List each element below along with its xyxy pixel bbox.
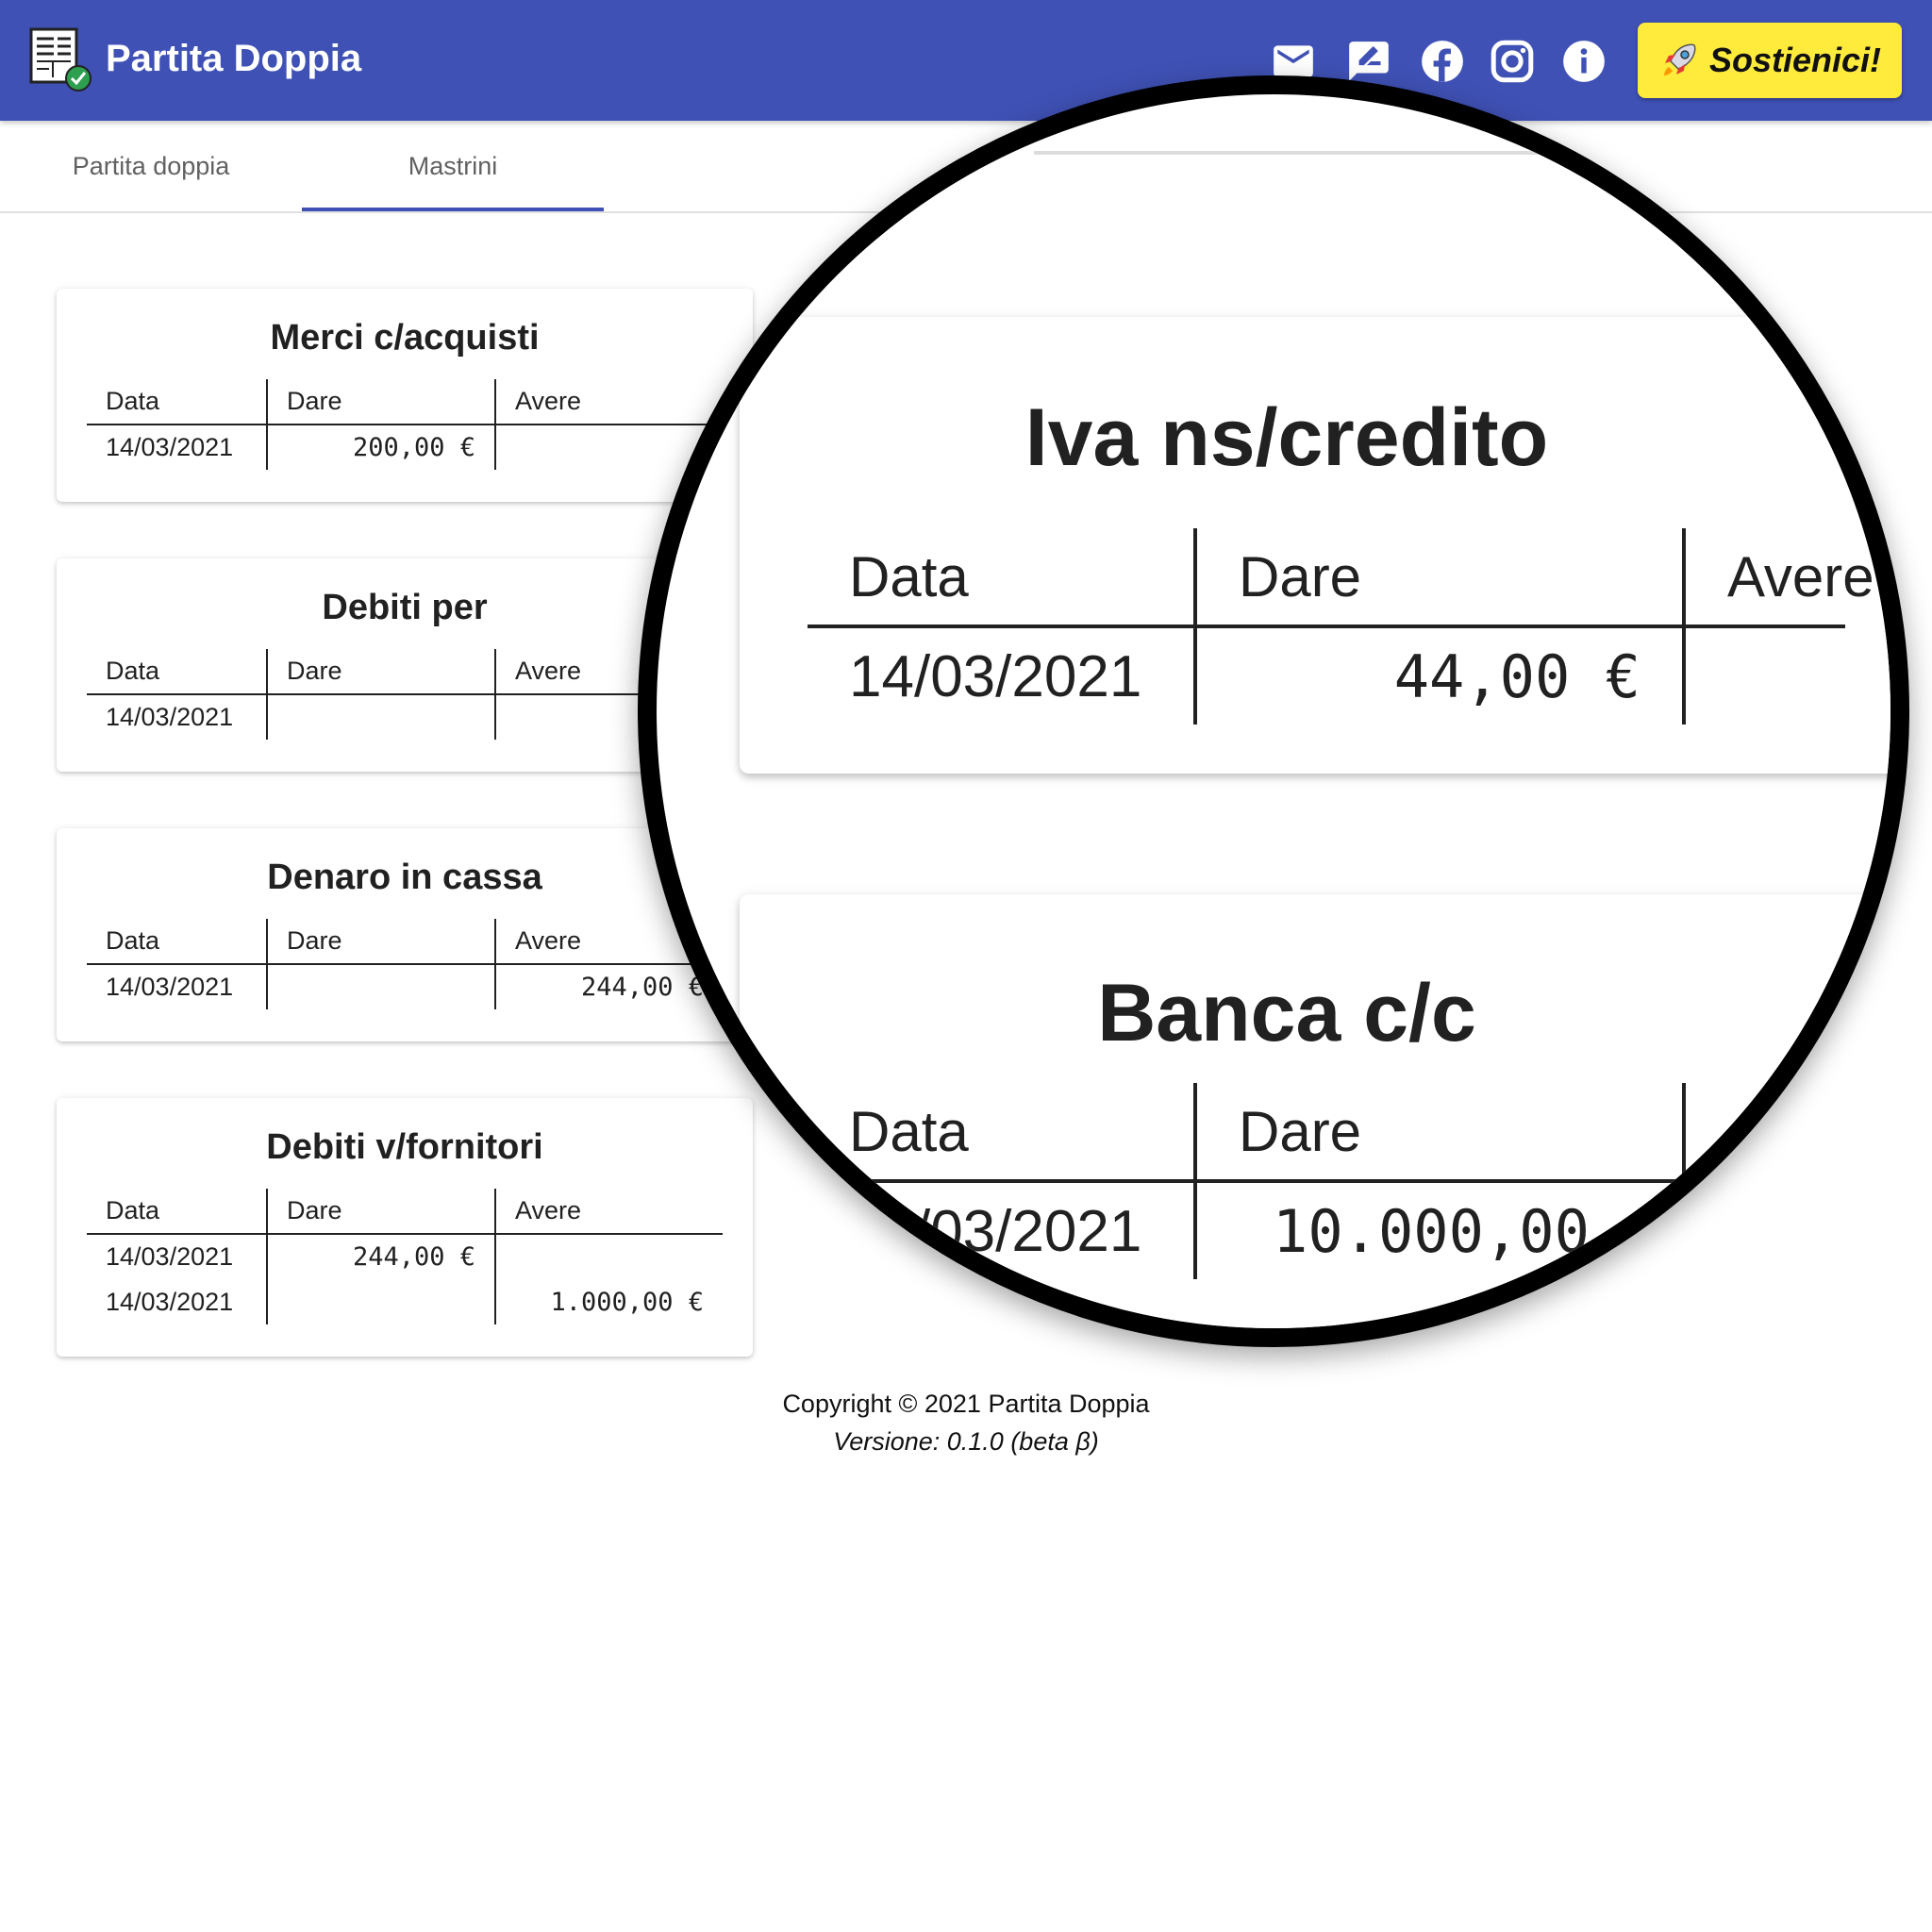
app-title: Partita Doppia (106, 38, 362, 79)
cell-avere (1682, 626, 1845, 724)
table-row: 14/03/2021 200,00 € (87, 425, 723, 470)
cell-data: 14/03/2021 (106, 1287, 234, 1316)
divider (1034, 151, 1600, 155)
cell-data: 14/03/2021 (106, 1242, 234, 1271)
ledger-table: Data Dare Avere 14/03/2021 244,00 € (87, 919, 723, 1009)
cell-dare: 244,00 € (266, 1234, 495, 1279)
cell-dare (266, 964, 495, 1009)
ledger-title: Denaro in cassa (267, 858, 542, 897)
column-header-dare: Dare (266, 1189, 495, 1235)
column-header-data: Data (808, 1083, 1195, 1183)
column-header-data: Data (87, 379, 267, 425)
column-header-dare: Dare (1193, 1083, 1684, 1183)
cell-data: 14/03/2021 (106, 703, 234, 731)
cell-data: 14/03/2021 (849, 1198, 1142, 1264)
ledger-table: Data Dare Avere 14/03/2021 44,00 € (808, 528, 1874, 724)
support-button[interactable]: Sostienici! (1638, 23, 1902, 98)
cell-dare: 44,00 € (1193, 626, 1684, 724)
table-row: 14/03/2021 44,00 € (808, 626, 1845, 724)
column-header-avere: Avere (1682, 1083, 1874, 1183)
ledger-card-magnified: Iva ns/credito Data Dare Avere 14/03/202… (740, 317, 1890, 774)
column-header-dare: Dare (266, 649, 495, 695)
column-header-data: Data (808, 528, 1195, 628)
ledger-table: Data Dare Avere 14/03/2021 244,00 € 14/0… (87, 1189, 723, 1324)
support-button-label: Sostienici! (1708, 41, 1882, 79)
table-row: 14/03/2021 244,00 € (87, 964, 723, 1009)
table-row: 14/03/2021 244, (87, 694, 723, 740)
table-row: 14/03/2021 1.000,00 € (87, 1279, 723, 1324)
cell-data: 14/03/2021 (106, 973, 234, 1001)
cell-dare: 10.000,00 € (1193, 1181, 1684, 1279)
column-header-data: Data (87, 1189, 267, 1235)
ledger-card-magnified: Banca c/c Data Dare Avere 14/03/2021 10.… (740, 894, 1890, 1328)
ledger-title: Debiti v/fornitori (266, 1127, 543, 1167)
ledger-card: Merci c/acquisti Data Dare Avere 14/03/2… (57, 289, 753, 502)
feedback-icon[interactable] (1345, 38, 1392, 85)
cell-avere (1682, 1181, 1845, 1279)
rocket-icon (1663, 43, 1696, 75)
magnifier-lens: Iva ns/credito Data Dare Avere 14/03/202… (638, 75, 1909, 1347)
tab-mastrini[interactable]: Mastrini (302, 121, 604, 211)
cell-data: 14/03/2021 (849, 643, 1142, 709)
table-row: 14/03/2021 10.000,00 € (808, 1181, 1845, 1279)
ledger-logo-icon (29, 27, 92, 92)
column-header-data: Data (87, 919, 267, 965)
ledger-title: Merci c/acquisti (270, 318, 540, 358)
instagram-icon[interactable] (1489, 38, 1536, 85)
tab-partita-doppia[interactable]: Partita doppia (0, 121, 302, 211)
ledger-table: Data Dare Avere 14/03/2021 244, (87, 649, 723, 740)
version-text: Versione: 0.1.0 (beta β) (833, 1427, 1099, 1456)
column-header-data: Data (87, 649, 267, 695)
copyright-text: Copyright © 2021 Partita Doppia (782, 1390, 1150, 1418)
ledger-card: Denaro in cassa Data Dare Avere 14/03/20… (57, 828, 753, 1041)
column-header-dare: Dare (266, 919, 495, 965)
facebook-icon[interactable] (1419, 38, 1466, 85)
cell-dare (266, 694, 495, 740)
ledger-card: Debiti v/fornitori Data Dare Avere 14/03… (57, 1098, 753, 1357)
column-header-avere: Avere (1682, 528, 1874, 628)
column-header-dare: Dare (266, 379, 495, 425)
table-row: 14/03/2021 244,00 € (87, 1234, 723, 1279)
info-icon[interactable] (1560, 38, 1607, 85)
footer: Copyright © 2021 Partita Doppia Versione… (0, 1385, 1932, 1460)
ledger-table: Data Dare Avere 14/03/2021 200,00 € (87, 379, 723, 470)
cell-data: 14/03/2021 (106, 433, 234, 461)
ledger-table: Data Dare Avere 14/03/2021 10.000,00 € (808, 1083, 1874, 1279)
cell-dare: 200,00 € (266, 425, 495, 470)
ledger-title: Iva ns/credito (1024, 392, 1549, 483)
cell-dare (266, 1279, 495, 1324)
tab-active-indicator (302, 208, 604, 211)
ledger-title: Banca c/c (1097, 968, 1476, 1058)
column-header-dare: Dare (1193, 528, 1684, 628)
